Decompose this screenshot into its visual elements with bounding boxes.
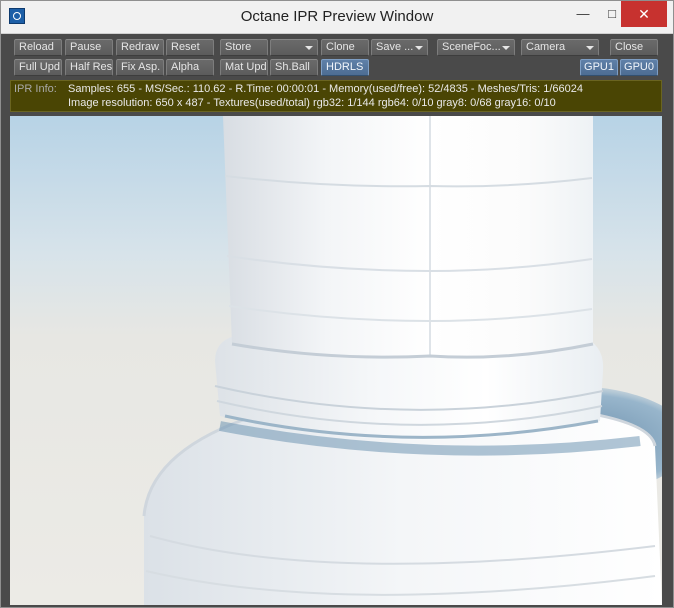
render-stats-line: Samples: 655 - MS/Sec.: 110.62 - R.Time:… [68, 83, 583, 95]
dropdown-arrow-icon [502, 46, 510, 50]
camera-dropdown[interactable]: Camera [521, 39, 599, 56]
store-slot-dropdown[interactable] [270, 39, 318, 56]
clone-button[interactable]: Clone [321, 39, 369, 56]
reset-button[interactable]: Reset [166, 39, 214, 56]
reload-button[interactable]: Reload [14, 39, 62, 56]
ipr-info-panel: IPR Info: Samples: 655 - MS/Sec.: 110.62… [10, 80, 662, 112]
camera-label: Camera [526, 41, 566, 53]
render-viewport[interactable] [10, 116, 662, 605]
close-button[interactable]: Close [610, 39, 658, 56]
redraw-button[interactable]: Redraw [116, 39, 164, 56]
fix-aspect-button[interactable]: Fix Asp. [116, 59, 164, 76]
gpu0-toggle[interactable]: GPU0 [620, 59, 658, 76]
save-label: Save ... [376, 41, 414, 53]
dropdown-arrow-icon [586, 46, 594, 50]
scene-focus-label: SceneFoc... [442, 41, 501, 53]
title-bar[interactable]: Octane IPR Preview Window — □ ✕ [1, 1, 673, 34]
gpu1-toggle[interactable]: GPU1 [580, 59, 618, 76]
dropdown-arrow-icon [305, 46, 313, 50]
close-window-button[interactable]: ✕ [621, 1, 667, 27]
toolbar: Reload Pause Redraw Reset Store Clone Sa… [1, 34, 673, 79]
save-dropdown[interactable]: Save ... [371, 39, 428, 56]
resolution-textures-line: Image resolution: 650 x 487 - Textures(u… [68, 97, 556, 109]
dropdown-arrow-icon [415, 46, 423, 50]
full-update-button[interactable]: Full Upd. [14, 59, 62, 76]
ipr-info-label: IPR Info: [14, 83, 57, 95]
shader-ball-button[interactable]: Sh.Ball [270, 59, 318, 76]
half-res-button[interactable]: Half Res [65, 59, 113, 76]
minimize-button[interactable]: — [569, 1, 597, 27]
store-button[interactable]: Store [220, 39, 268, 56]
alpha-button[interactable]: Alpha [166, 59, 214, 76]
pause-button[interactable]: Pause [65, 39, 113, 56]
hdrls-toggle[interactable]: HDRLS [321, 59, 369, 76]
material-update-button[interactable]: Mat Upd [220, 59, 268, 76]
render-image [142, 116, 662, 605]
ipr-window: Octane IPR Preview Window — □ ✕ Reload P… [0, 0, 674, 608]
scene-focus-dropdown[interactable]: SceneFoc... [437, 39, 515, 56]
